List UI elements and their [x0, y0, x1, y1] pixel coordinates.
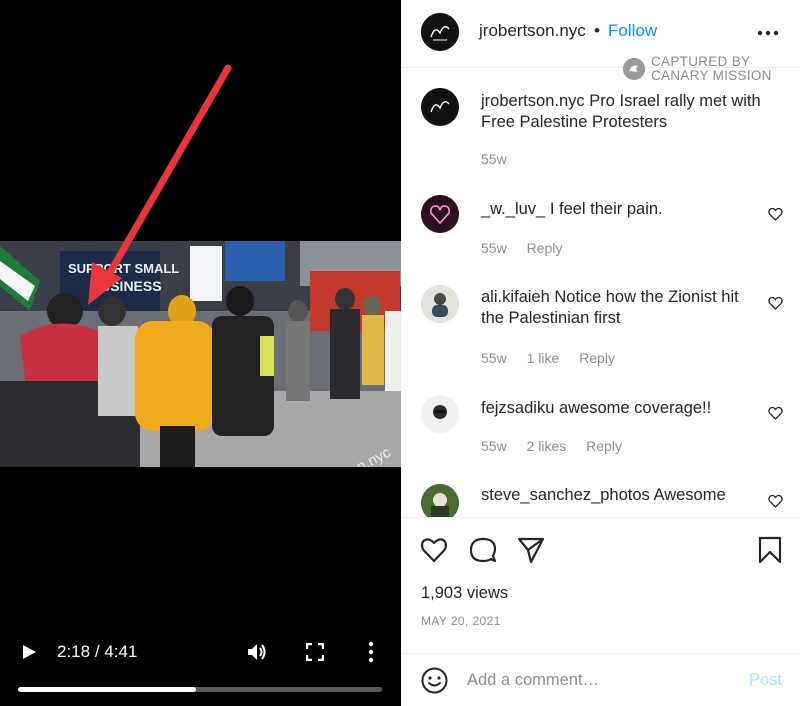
video-controls: 2:18 / 4:41	[0, 626, 401, 706]
comment-meta: 55w Reply	[481, 240, 578, 256]
like-heart-icon[interactable]	[420, 536, 448, 564]
sign-line-2: BUSINESS	[90, 278, 162, 294]
avatar[interactable]	[421, 285, 459, 323]
more-horizontal-icon[interactable]	[756, 23, 780, 43]
comment-age: 55w	[481, 350, 507, 366]
avatar[interactable]	[421, 484, 459, 517]
time-display: 2:18 / 4:41	[57, 642, 137, 662]
comment-text-block: ali.kifaieh Notice how the Zionist hit t…	[481, 287, 766, 329]
comment-icon[interactable]	[469, 536, 497, 564]
video-frame: SUPPORT SMALL BUSINESS	[0, 241, 401, 467]
header-separator: •	[594, 21, 600, 40]
comment-text: Awesome	[653, 486, 726, 504]
view-count[interactable]: 1,903 views	[421, 584, 508, 603]
time-separator: /	[94, 642, 100, 661]
avatar[interactable]	[421, 13, 459, 51]
emoji-icon[interactable]	[421, 667, 448, 694]
comment-username[interactable]: ali.kifaieh	[481, 288, 550, 306]
comment-text-block: fejzsadiku awesome coverage!!	[481, 398, 766, 419]
heart-icon[interactable]	[768, 494, 783, 508]
heart-icon[interactable]	[768, 296, 783, 310]
caption-username[interactable]: jrobertson.nyc	[481, 92, 585, 110]
comment-likes[interactable]: 2 likes	[527, 438, 567, 454]
avatar[interactable]	[421, 195, 459, 233]
reply-button[interactable]: Reply	[579, 350, 615, 366]
comments-list[interactable]: jrobertson.nyc Pro Israel rally met with…	[401, 68, 800, 518]
post-actions	[401, 518, 800, 582]
volume-icon[interactable]	[246, 641, 268, 663]
bookmark-icon[interactable]	[756, 536, 784, 564]
avatar[interactable]	[421, 395, 459, 433]
comment-likes[interactable]: 1 like	[527, 350, 560, 366]
comment-username[interactable]: _w._luv_	[481, 200, 545, 218]
reply-button[interactable]: Reply	[586, 438, 622, 454]
comment-text-block: steve_sanchez_photos Awesome	[481, 485, 766, 506]
comment-meta: 55w 2 likes Reply	[481, 438, 638, 454]
avatar[interactable]	[421, 88, 459, 126]
canary-line-1: CAPTURED BY	[651, 54, 751, 69]
fullscreen-icon[interactable]	[306, 643, 324, 661]
post-button[interactable]: Post	[749, 671, 782, 690]
comment-text-block: _w._luv_ I feel their pain.	[481, 199, 766, 220]
comment-age: 55w	[481, 438, 507, 454]
video-scene: SUPPORT SMALL BUSINESS	[0, 241, 401, 467]
comment-username[interactable]: steve_sanchez_photos	[481, 486, 650, 504]
follow-button[interactable]: Follow	[608, 21, 657, 41]
time-current: 2:18	[57, 642, 91, 661]
sign-line-1: SUPPORT SMALL	[68, 261, 179, 276]
video-player[interactable]: SUPPORT SMALL BUSINESS 2:18 / 4:41	[0, 0, 401, 706]
video-progress-fill	[18, 687, 197, 692]
comment-text: awesome coverage!!	[558, 399, 712, 417]
comment-meta: 55w 1 like Reply	[481, 350, 631, 366]
comment-composer: Post	[401, 653, 800, 706]
post-sidebar: jrobertson.nyc • Follow CAPTURED BY CANA…	[401, 0, 800, 706]
post-date[interactable]: MAY 20, 2021	[421, 614, 501, 628]
comment-username[interactable]: fejzsadiku	[481, 399, 554, 417]
video-progress-bar[interactable]	[18, 687, 382, 692]
heart-icon[interactable]	[768, 207, 783, 221]
caption-age: 55w	[481, 151, 507, 167]
comment-text: I feel their pain.	[549, 200, 663, 218]
play-icon[interactable]	[20, 643, 38, 661]
caption-text-block: jrobertson.nyc Pro Israel rally met with…	[481, 91, 766, 133]
comment-age: 55w	[481, 240, 507, 256]
share-icon[interactable]	[517, 536, 545, 564]
time-total: 4:41	[104, 642, 138, 661]
more-options-icon[interactable]	[366, 641, 376, 663]
comment-input[interactable]	[467, 666, 737, 694]
reply-button[interactable]: Reply	[527, 240, 563, 256]
heart-icon[interactable]	[768, 406, 783, 420]
header-username[interactable]: jrobertson.nyc	[479, 21, 586, 41]
caption-meta: 55w	[481, 151, 523, 167]
